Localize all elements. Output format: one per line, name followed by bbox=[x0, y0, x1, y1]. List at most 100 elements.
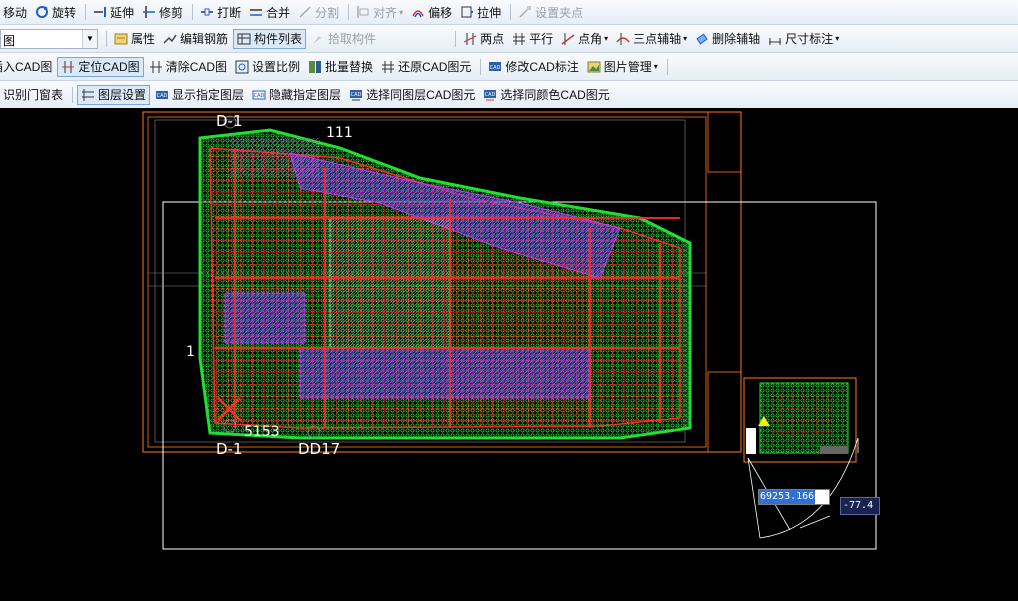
cad-label-icon: CAD bbox=[488, 60, 502, 74]
batch-replace-icon bbox=[308, 60, 322, 74]
axis-label: DD17 bbox=[298, 440, 340, 458]
trim-label: 修剪 bbox=[159, 5, 184, 20]
component-list-button[interactable]: 构件列表 bbox=[233, 28, 307, 49]
three-point-axis-icon bbox=[616, 32, 630, 46]
separator bbox=[106, 30, 107, 47]
parallel-button[interactable]: 平行 bbox=[509, 29, 556, 49]
two-points-label: 两点 bbox=[480, 32, 505, 46]
show-layer-button[interactable]: CAD 显示指定图层 bbox=[152, 85, 247, 105]
select-same-color-button[interactable]: CAD 选择同颜色CAD图元 bbox=[480, 85, 612, 105]
break-button[interactable]: 打断 bbox=[197, 2, 244, 22]
align-button[interactable]: 对齐 ▾ bbox=[353, 2, 406, 22]
rotate-button[interactable]: 旋转 bbox=[32, 2, 79, 22]
select-same-color-label: 选择同颜色CAD图元 bbox=[500, 88, 610, 102]
chevron-down-icon[interactable]: ▼ bbox=[82, 29, 97, 48]
building-plan bbox=[198, 115, 692, 440]
split-button[interactable]: 分割 bbox=[295, 2, 342, 22]
image-manage-label: 图片管理 bbox=[603, 60, 652, 74]
three-point-axis-button[interactable]: 三点辅轴 ▾ bbox=[613, 29, 690, 49]
separator bbox=[192, 4, 194, 20]
set-scale-button[interactable]: 设置比例 bbox=[232, 57, 303, 77]
hide-layer-button[interactable]: CAD 隐藏指定图层 bbox=[249, 85, 344, 105]
rebar-icon bbox=[163, 32, 177, 46]
locate-cad-button[interactable]: 定位CAD图 bbox=[57, 56, 144, 77]
trim-button[interactable]: 修剪 bbox=[139, 2, 186, 22]
dimension-icon bbox=[768, 32, 782, 46]
offset-button[interactable]: 偏移 bbox=[408, 2, 455, 22]
locate-icon bbox=[61, 60, 75, 74]
insert-cad-button[interactable]: 插入CAD图 bbox=[0, 57, 55, 77]
restore-cad-button[interactable]: 还原CAD图元 bbox=[378, 57, 474, 77]
align-icon bbox=[356, 5, 370, 19]
component-toolbar: 图 ▼ 属性 编辑钢筋 构件列表 拾取构件 两点 平行 点角 ▾ 三点辅轴 ▾ … bbox=[0, 25, 1018, 53]
axis-label: D-1 bbox=[216, 440, 243, 458]
cad-drawing[interactable]: D-1 D-1 DD17 5153 1 111 bbox=[0, 108, 1018, 601]
pick-component-button[interactable]: 拾取构件 bbox=[308, 29, 379, 49]
stretch-button[interactable]: 拉伸 bbox=[457, 2, 504, 22]
hide-layer-label: 隐藏指定图层 bbox=[269, 88, 342, 102]
svg-text:CAD: CAD bbox=[490, 65, 501, 71]
set-grip-button[interactable]: 设置夹点 bbox=[515, 2, 586, 22]
select-same-layer-button[interactable]: CAD 选择同图层CAD图元 bbox=[346, 85, 478, 105]
split-icon bbox=[298, 5, 312, 19]
set-grip-label: 设置夹点 bbox=[535, 5, 584, 20]
two-points-button[interactable]: 两点 bbox=[460, 29, 507, 49]
coordinate-input[interactable]: 69253.166 bbox=[758, 489, 830, 505]
angle-input[interactable]: -77.4 bbox=[840, 497, 880, 515]
extend-button[interactable]: 延伸 bbox=[90, 2, 137, 22]
layer-settings-icon bbox=[81, 88, 95, 102]
select-same-layer-label: 选择同图层CAD图元 bbox=[366, 88, 476, 102]
merge-icon bbox=[249, 5, 263, 19]
move-button[interactable]: 移动 bbox=[0, 2, 30, 22]
break-label: 打断 bbox=[217, 5, 242, 20]
component-list-label: 构件列表 bbox=[254, 32, 303, 46]
cad-canvas[interactable]: D-1 D-1 DD17 5153 1 111 69253.166 -77.4 bbox=[0, 108, 1018, 601]
layer-settings-button[interactable]: 图层设置 bbox=[77, 84, 151, 105]
svg-text:CAD: CAD bbox=[157, 93, 168, 99]
cad-toolbar: 插入CAD图 定位CAD图 清除CAD图 设置比例 批量替换 还原CAD图元 C… bbox=[0, 53, 1018, 81]
two-points-axis-icon bbox=[463, 32, 477, 46]
edit-rebar-button[interactable]: 编辑钢筋 bbox=[160, 29, 231, 49]
properties-label: 属性 bbox=[131, 32, 156, 46]
floor-select-value: 图 bbox=[3, 33, 16, 48]
delete-axis-button[interactable]: 删除辅轴 bbox=[692, 29, 763, 49]
move-label: 移动 bbox=[3, 5, 28, 20]
properties-button[interactable]: 属性 bbox=[111, 29, 158, 49]
edit-rebar-label: 编辑钢筋 bbox=[180, 32, 229, 46]
clear-cad-button[interactable]: 清除CAD图 bbox=[146, 57, 230, 77]
properties-icon bbox=[114, 32, 128, 46]
batch-replace-button[interactable]: 批量替换 bbox=[305, 57, 376, 77]
batch-replace-label: 批量替换 bbox=[325, 60, 374, 74]
separator bbox=[348, 4, 350, 20]
set-scale-label: 设置比例 bbox=[252, 60, 301, 74]
image-manage-button[interactable]: 图片管理 ▾ bbox=[584, 57, 661, 77]
modify-cad-label-label: 修改CAD标注 bbox=[505, 60, 579, 74]
scale-icon bbox=[235, 60, 249, 74]
point-angle-icon bbox=[561, 32, 575, 46]
clear-icon bbox=[149, 60, 163, 74]
dimension-label: 尺寸标注 bbox=[785, 32, 834, 46]
axis-label: 5153 bbox=[244, 424, 280, 440]
pick-component-label: 拾取构件 bbox=[328, 32, 377, 46]
separator bbox=[510, 4, 512, 20]
clear-cad-label: 清除CAD图 bbox=[165, 60, 228, 74]
separator bbox=[72, 86, 74, 103]
edit-toolbar: 移动 旋转 延伸 修剪 打断 合并 分割 对齐 ▾ 偏移 拉伸 设置夹点 bbox=[0, 0, 1018, 25]
point-angle-button[interactable]: 点角 ▾ bbox=[558, 29, 611, 49]
floor-select[interactable]: 图 ▼ bbox=[0, 28, 98, 49]
merge-button[interactable]: 合并 bbox=[246, 2, 293, 22]
split-label: 分割 bbox=[315, 5, 340, 20]
rotate-label: 旋转 bbox=[52, 5, 77, 20]
identify-door-window-button[interactable]: 识别门窗表 bbox=[0, 85, 66, 105]
separator bbox=[666, 58, 668, 75]
axis-label: 1 bbox=[186, 344, 195, 360]
chevron-down-icon: ▾ bbox=[653, 62, 658, 71]
list-icon bbox=[237, 32, 251, 46]
modify-cad-label-button[interactable]: CAD 修改CAD标注 bbox=[485, 57, 581, 77]
chevron-down-icon: ▾ bbox=[399, 7, 404, 17]
stretch-icon bbox=[460, 5, 474, 19]
delete-axis-label: 删除辅轴 bbox=[712, 32, 761, 46]
cad-select-color-icon: CAD bbox=[483, 88, 497, 102]
dimension-button[interactable]: 尺寸标注 ▾ bbox=[765, 29, 842, 49]
coordinate-value: 69253.166 bbox=[759, 490, 816, 504]
